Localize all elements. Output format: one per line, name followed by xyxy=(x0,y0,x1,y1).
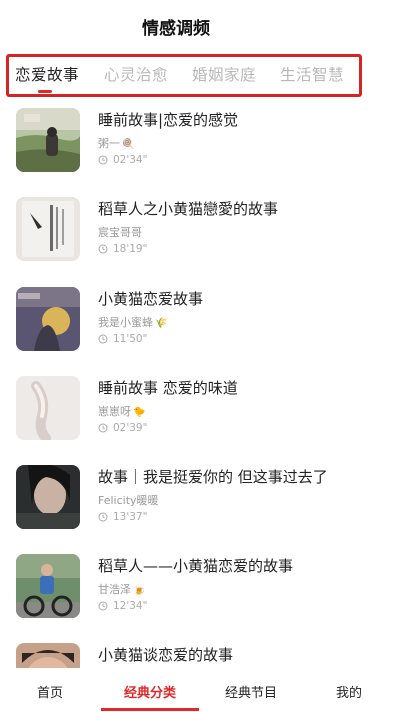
item-author: 粥一 🍭 xyxy=(98,137,135,150)
tab-love-stories[interactable]: 恋爱故事 xyxy=(15,63,79,85)
clock-icon xyxy=(98,334,108,344)
cover-image xyxy=(16,554,80,618)
clock-icon xyxy=(98,244,108,254)
item-duration: 12'34" xyxy=(98,600,147,612)
tab-life-wisdom[interactable]: 生活智慧 xyxy=(280,63,344,85)
bottom-nav: 首页 经典分类 经典节目 我的 xyxy=(0,668,400,712)
clock-icon xyxy=(98,512,108,522)
item-title: 睡前故事|恋爱的感觉 xyxy=(98,111,239,129)
item-title: 故事｜我是挺爱你的 但这事过去了 xyxy=(98,468,328,486)
cover-image xyxy=(16,287,80,351)
list-item[interactable]: 故事｜我是挺爱你的 但这事过去了 Felicity暖暖 13'37" xyxy=(0,455,400,544)
item-duration: 18'19" xyxy=(98,243,147,255)
clock-icon xyxy=(98,423,108,433)
item-duration: 13'37" xyxy=(98,511,147,523)
active-tab-indicator xyxy=(38,90,52,93)
list-item[interactable]: 睡前故事|恋爱的感觉 粥一 🍭 02'34" xyxy=(0,98,400,187)
list-item[interactable]: 睡前故事 恋爱的味道 崽崽呀 🐤 02'39" xyxy=(0,366,400,455)
item-title: 稻草人——小黄猫恋爱的故事 xyxy=(98,557,294,575)
item-title: 小黄猫谈恋爱的故事 xyxy=(98,646,234,664)
list-item[interactable]: 小黄猫恋爱故事 我是小蜜蜂 🌾 11'50" xyxy=(0,277,400,366)
nav-mine[interactable]: 我的 xyxy=(336,682,362,701)
tab-marriage-family[interactable]: 婚姻家庭 xyxy=(192,63,256,85)
tab-soul-healing[interactable]: 心灵治愈 xyxy=(104,63,168,85)
nav-classic-categories[interactable]: 经典分类 xyxy=(124,682,176,701)
item-author: Felicity暖暖 xyxy=(98,494,159,507)
cover-image xyxy=(16,108,80,172)
list-item[interactable]: 稻草人之小黄猫戀愛的故事 宸宝哥哥 18'19" xyxy=(0,187,400,276)
active-nav-indicator xyxy=(101,708,199,711)
item-duration: 02'39" xyxy=(98,422,147,434)
item-duration: 02'34" xyxy=(98,154,147,166)
item-author: 崽崽呀 🐤 xyxy=(98,405,146,418)
cover-image xyxy=(16,197,80,261)
item-author: 我是小蜜蜂 🌾 xyxy=(98,316,168,329)
item-author: 甘浩泽 🍺 xyxy=(98,583,146,596)
cover-image xyxy=(16,465,80,529)
list-item[interactable]: 小黄猫谈恋爱的故事 xyxy=(0,633,400,668)
clock-icon xyxy=(98,155,108,165)
page-title: 情感调频 xyxy=(142,19,210,39)
clock-icon xyxy=(98,601,108,611)
item-title: 睡前故事 恋爱的味道 xyxy=(98,379,238,397)
item-author: 宸宝哥哥 xyxy=(98,226,142,239)
cover-image xyxy=(16,643,80,668)
list-item[interactable]: 稻草人——小黄猫恋爱的故事 甘浩泽 🍺 12'34" xyxy=(0,544,400,633)
category-tabs: 恋爱故事 心灵治愈 婚姻家庭 生活智慧 xyxy=(0,50,400,96)
item-duration: 11'50" xyxy=(98,333,147,345)
story-list: 睡前故事|恋爱的感觉 粥一🍭 02'34" 稻草人之小黄猫戀愛的故事 宸宝哥哥 xyxy=(0,98,400,668)
item-title: 小黄猫恋爱故事 xyxy=(98,290,204,308)
nav-home[interactable]: 首页 xyxy=(37,682,63,701)
item-title: 稻草人之小黄猫戀愛的故事 xyxy=(98,200,279,218)
cover-image xyxy=(16,376,80,440)
nav-classic-programs[interactable]: 经典节目 xyxy=(225,682,277,701)
header: 情感调频 xyxy=(0,0,400,50)
